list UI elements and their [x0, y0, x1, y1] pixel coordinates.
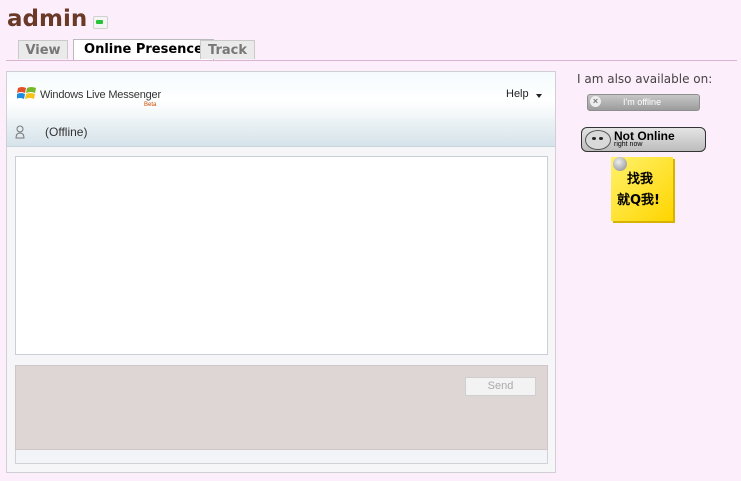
tab-track[interactable]: Track [200, 40, 255, 59]
compose-footer [15, 450, 548, 464]
help-menu[interactable]: Help [506, 88, 529, 100]
also-available-label: I am also available on: [577, 72, 713, 86]
sticky-line-1: 找我 [627, 172, 654, 187]
user-icon [15, 125, 25, 139]
chevron-down-icon[interactable] [536, 94, 542, 98]
im-offline-badge[interactable]: × I'm offline [587, 94, 700, 111]
conversation-area [15, 156, 548, 355]
messenger-brand: Windows Live Messenger [40, 89, 161, 101]
beta-label: Beta [144, 102, 157, 108]
user-status-text: (Offline) [45, 125, 88, 139]
user-status-bar: (Offline) [7, 118, 555, 147]
message-compose-area[interactable]: Send [15, 365, 548, 450]
windows-logo-icon [17, 87, 36, 99]
face-icon [585, 130, 611, 150]
not-online-subtitle: right now [614, 141, 643, 148]
send-button[interactable]: Send [465, 377, 536, 396]
tab-divider [6, 60, 737, 61]
not-online-badge[interactable]: Not Online right now [581, 127, 706, 152]
page-title: admin [7, 6, 88, 32]
online-status-icon [93, 16, 108, 29]
pin-icon [613, 157, 627, 171]
messenger-widget: Windows Live Messenger Beta Help (Offlin… [6, 71, 556, 473]
messenger-header: Windows Live Messenger Beta Help [7, 72, 555, 119]
tab-online-presence[interactable]: Online Presence [73, 39, 214, 60]
tab-view[interactable]: View [18, 40, 68, 59]
im-offline-label: I'm offline [623, 97, 662, 107]
sticky-line-2: 就Q我! [617, 193, 660, 208]
close-icon: × [590, 96, 601, 107]
